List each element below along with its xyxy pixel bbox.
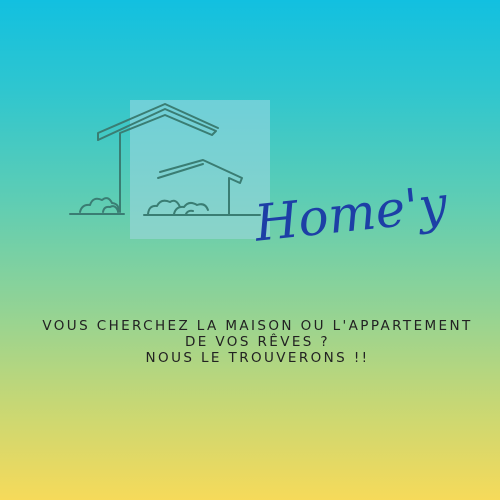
tagline-line-2: DE VOS RÊVES ? bbox=[184, 334, 330, 350]
tagline-line-3: NOUS LE TROUVERONS !! bbox=[145, 350, 370, 366]
brand-name: Home'y bbox=[251, 175, 450, 253]
poster-background: Home'y VOUS CHERCHEZ LA MAISON OU L'APPA… bbox=[0, 0, 500, 500]
brand-logo: Home'y bbox=[251, 175, 450, 253]
tagline-line-1: VOUS CHERCHEZ LA MAISON OU L'APPARTEMENT bbox=[42, 318, 473, 334]
